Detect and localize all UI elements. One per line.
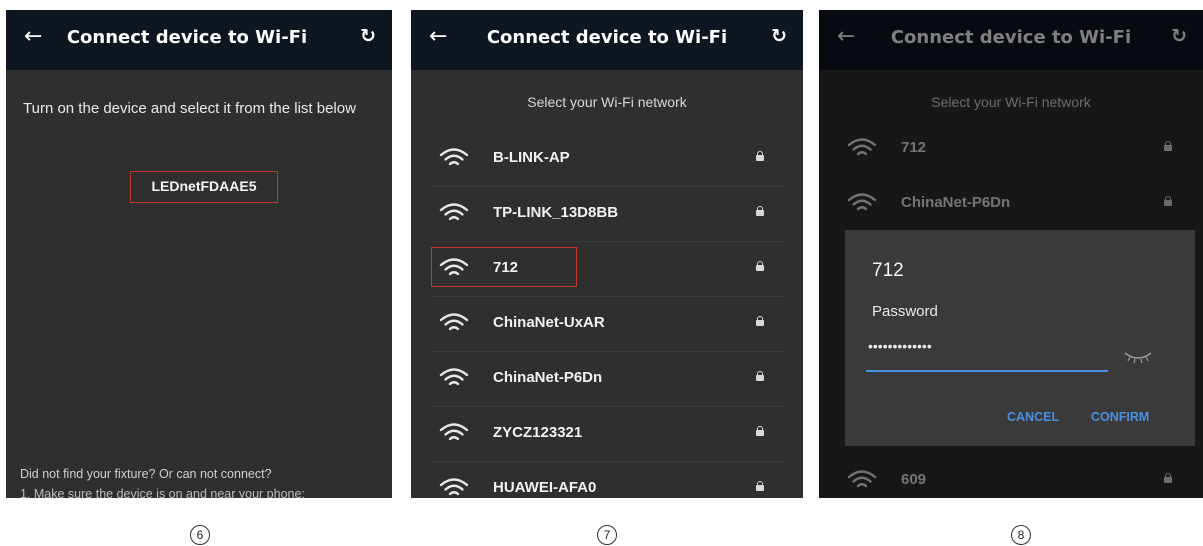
step-number-6: 6 [190,525,210,545]
step-number-7: 7 [597,525,617,545]
lock-icon [756,151,764,161]
password-underline [866,370,1108,372]
screen-enter-password: ← Connect device to Wi-Fi ↻ Select your … [819,10,1203,498]
password-dialog: 712 Password ••••••••••••• CANCEL CONFIR… [845,230,1195,446]
network-list-subtitle: Select your Wi-Fi network [527,94,687,110]
lock-icon [756,316,764,326]
network-row[interactable]: TP-LINK_13D8BB [431,187,786,242]
lock-icon [756,206,764,216]
app-bar: ← Connect device to Wi-Fi ↻ [6,10,392,70]
network-name: ChinaNet-UxAR [493,314,605,331]
password-input[interactable]: ••••••••••••• [868,338,932,354]
password-label: Password [872,303,938,320]
device-item[interactable]: LEDnetFDAAE5 [130,171,278,203]
app-bar: ← Connect device to Wi-Fi ↻ [411,10,803,70]
lock-icon [756,481,764,491]
network-name: ZYCZ123321 [493,424,583,441]
instruction-text: Turn on the device and select it from th… [23,100,356,117]
wifi-icon [439,422,469,444]
dialog-title: 712 [872,260,904,281]
wifi-icon [439,477,469,498]
network-row[interactable]: ChinaNet-P6Dn [431,352,786,407]
lock-icon [756,261,764,271]
page-title: Connect device to Wi-Fi [486,27,728,48]
cancel-button[interactable]: CANCEL [1007,410,1059,424]
wifi-icon [439,147,469,169]
network-name: ChinaNet-P6Dn [493,369,603,386]
network-row[interactable]: B-LINK-AP [431,132,786,187]
screen-select-device: ← Connect device to Wi-Fi ↻ Turn on the … [6,10,392,498]
page-title: Connect device to Wi-Fi [66,27,308,48]
selection-highlight [431,247,577,287]
wifi-icon [439,202,469,224]
confirm-button[interactable]: CONFIRM [1091,410,1149,424]
refresh-icon[interactable]: ↻ [360,25,376,47]
step-number-8: 8 [1011,525,1031,545]
eye-closed-icon[interactable] [1122,348,1154,366]
network-row[interactable]: ChinaNet-UxAR [431,297,786,352]
network-name: TP-LINK_13D8BB [493,204,619,221]
screen-select-network: ← Connect device to Wi-Fi ↻ Select your … [411,10,803,498]
network-list: B-LINK-AP TP-LINK_13D8BB 712 ChinaNet-UxAR C… [431,132,786,498]
wifi-icon [439,312,469,334]
help-text: Did not find your fixture? Or can not co… [20,464,385,498]
network-name: B-LINK-AP [493,149,570,166]
refresh-icon[interactable]: ↻ [771,25,787,47]
lock-icon [756,426,764,436]
lock-icon [756,371,764,381]
network-row[interactable]: HUAWEI-AFA0 [431,462,786,498]
wifi-icon [439,367,469,389]
network-row[interactable]: ZYCZ123321 [431,407,786,462]
help-line-1: Did not find your fixture? Or can not co… [20,467,272,481]
help-line-2: 1. Make sure the device is on and near y… [20,487,305,498]
network-name: HUAWEI-AFA0 [493,479,597,496]
